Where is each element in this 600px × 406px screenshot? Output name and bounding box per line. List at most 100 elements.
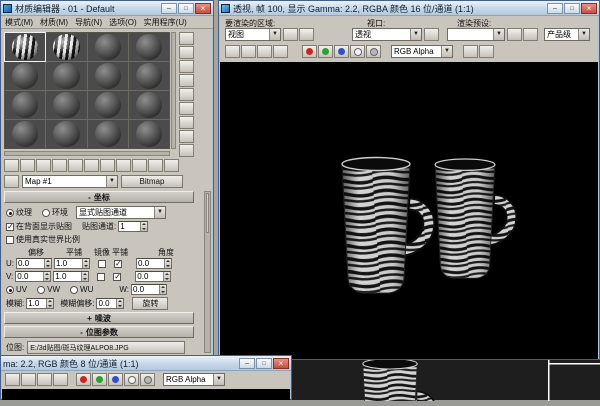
u-mirror-checkbox[interactable] — [98, 260, 106, 268]
select-by-material-icon[interactable] — [179, 130, 194, 143]
vw-radio[interactable] — [37, 286, 45, 294]
red-channel-icon[interactable] — [76, 373, 91, 386]
dropdown-arrow-icon[interactable] — [493, 29, 504, 40]
go-forward-to-sibling-icon[interactable] — [164, 159, 179, 172]
monochrome-icon[interactable] — [366, 45, 381, 58]
spinner-icon[interactable] — [82, 259, 89, 268]
options-icon[interactable] — [179, 116, 194, 129]
material-editor-titlebar[interactable]: 材质编辑器 - 01 - Default — [1, 1, 213, 16]
real-world-checkbox[interactable] — [6, 236, 14, 244]
maximize-icon[interactable] — [178, 3, 194, 14]
spinner-icon[interactable] — [164, 259, 171, 268]
material-sample-slot-14[interactable] — [46, 120, 86, 148]
channel-display-dropdown[interactable]: RGB Alpha — [391, 45, 453, 58]
show-map-in-viewport-icon[interactable] — [116, 159, 131, 172]
show-end-result-icon[interactable] — [132, 159, 147, 172]
clone-window-icon[interactable] — [241, 45, 256, 58]
spinner-icon[interactable] — [81, 272, 88, 281]
spinner-icon[interactable] — [163, 272, 170, 281]
alpha-channel-icon[interactable] — [124, 373, 139, 386]
pick-material-from-object-icon[interactable] — [4, 175, 19, 188]
material-sample-slot-5[interactable] — [5, 62, 45, 90]
u-tiling-field[interactable]: 1.0 — [54, 258, 90, 269]
material-sample-slot-12[interactable] — [129, 91, 169, 119]
material-sample-slot-16[interactable] — [129, 120, 169, 148]
color-swatch-icon[interactable] — [463, 45, 478, 58]
slot-drag-strip-vertical[interactable] — [171, 32, 176, 149]
u-angle-field[interactable]: 0.0 — [136, 258, 172, 269]
map-channel-field[interactable]: 1 — [118, 221, 148, 232]
spinner-icon[interactable] — [116, 299, 123, 308]
green-channel-icon[interactable] — [318, 45, 333, 58]
v-offset-field[interactable]: 0.0 — [15, 271, 51, 282]
environment-effects-icon[interactable] — [523, 28, 538, 41]
backlight-icon[interactable] — [179, 46, 194, 59]
material-name-dropdown[interactable]: Map #1 — [22, 175, 118, 188]
clear-image-icon[interactable] — [53, 373, 68, 386]
material-sample-slot-1[interactable] — [5, 33, 45, 61]
spinner-icon[interactable] — [46, 299, 53, 308]
mapping-dropdown[interactable]: 显式贴图通道 — [76, 206, 166, 219]
dropdown-arrow-icon[interactable] — [213, 374, 224, 385]
spinner-icon[interactable] — [43, 272, 50, 281]
spinner-icon[interactable] — [44, 259, 51, 268]
menu-options[interactable]: 选项(O) — [109, 17, 137, 28]
material-sample-slot-6[interactable] — [46, 62, 86, 90]
print-image-icon[interactable] — [257, 45, 272, 58]
green-channel-icon[interactable] — [92, 373, 107, 386]
minimize-icon[interactable] — [239, 358, 255, 369]
u-tile-checkbox[interactable] — [114, 260, 122, 268]
close-icon[interactable] — [581, 3, 597, 14]
menu-mode[interactable]: 模式(M) — [5, 17, 33, 28]
slot-drag-strip-horizontal[interactable] — [4, 151, 170, 156]
put-to-library-icon[interactable] — [84, 159, 99, 172]
scrollbar-thumb[interactable] — [206, 193, 209, 233]
reset-map-icon[interactable] — [52, 159, 67, 172]
print-image-icon[interactable] — [37, 373, 52, 386]
v-tile-checkbox[interactable] — [113, 273, 121, 281]
save-image-icon[interactable] — [225, 45, 240, 58]
blur-field[interactable]: 1.0 — [26, 298, 54, 309]
monochrome-icon[interactable] — [140, 373, 155, 386]
material-id-channel-icon[interactable] — [100, 159, 115, 172]
bitmap-path-button[interactable]: E:/3d贴图/斑马纹理ALPO8.JPG — [27, 341, 185, 354]
area-dropdown[interactable]: 视图 — [225, 28, 281, 41]
wu-radio[interactable] — [70, 286, 78, 294]
w-angle-field[interactable]: 0.0 — [131, 284, 167, 295]
auto-region-icon[interactable] — [299, 28, 314, 41]
make-material-copy-icon[interactable] — [68, 159, 83, 172]
spinner-icon[interactable] — [159, 285, 166, 294]
spinner-icon[interactable] — [140, 222, 147, 231]
v-angle-field[interactable]: 0.0 — [135, 271, 171, 282]
bitmap-parameters-rollout-header[interactable]: - 位图参数 — [4, 326, 194, 338]
dropdown-arrow-icon[interactable] — [269, 29, 280, 40]
viewport-lock-icon[interactable] — [424, 28, 439, 41]
sample-type-sphere-icon[interactable] — [179, 32, 194, 45]
material-sample-slot-10[interactable] — [46, 91, 86, 119]
channel-display-dropdown[interactable]: RGB Alpha — [163, 373, 225, 386]
edit-region-icon[interactable] — [283, 28, 298, 41]
material-sample-slot-13[interactable] — [5, 120, 45, 148]
make-preview-icon[interactable] — [179, 102, 194, 115]
toggle-toolbar-icon[interactable] — [479, 45, 494, 58]
render-setup-icon[interactable] — [507, 28, 522, 41]
get-material-icon[interactable] — [4, 159, 19, 172]
maximize-icon[interactable] — [564, 3, 580, 14]
rotate-button[interactable]: 旋转 — [132, 297, 168, 310]
video-color-check-icon[interactable] — [179, 88, 194, 101]
u-offset-field[interactable]: 0.0 — [16, 258, 52, 269]
rollout-scrollbar[interactable] — [204, 191, 211, 353]
put-material-to-scene-icon[interactable] — [20, 159, 35, 172]
menu-utilities[interactable]: 实用程序(U) — [144, 17, 187, 28]
material-map-navigator-icon[interactable] — [179, 144, 194, 157]
material-sample-slot-9[interactable] — [5, 91, 45, 119]
clone-window-icon[interactable] — [21, 373, 36, 386]
noise-rollout-header[interactable]: + 噪波 — [4, 312, 194, 324]
viewport-dropdown[interactable]: 透视 — [352, 28, 422, 41]
save-image-icon[interactable] — [5, 373, 20, 386]
material-sample-slot-3[interactable] — [88, 33, 128, 61]
menu-navigation[interactable]: 导航(N) — [75, 17, 102, 28]
red-channel-icon[interactable] — [302, 45, 317, 58]
blur-offset-field[interactable]: 0.0 — [96, 298, 124, 309]
alpha-channel-icon[interactable] — [350, 45, 365, 58]
